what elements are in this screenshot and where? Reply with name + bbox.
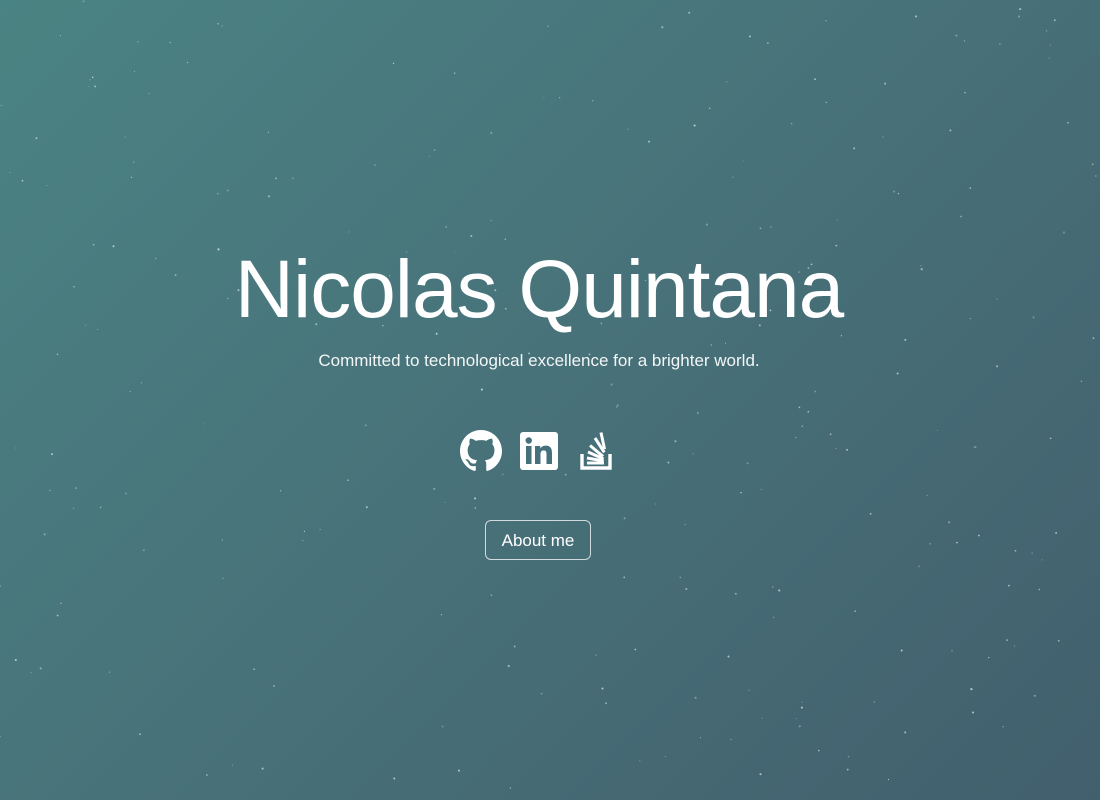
linkedin-link[interactable] bbox=[517, 430, 561, 472]
linkedin-icon bbox=[520, 432, 558, 470]
stackoverflow-icon bbox=[580, 432, 612, 470]
tagline: Committed to technological excellence fo… bbox=[318, 351, 760, 370]
stackoverflow-link[interactable] bbox=[575, 430, 619, 472]
hero-section: Nicolas Quintana Committed to technologi… bbox=[0, 0, 1100, 800]
social-links bbox=[0, 430, 1078, 472]
about-me-button[interactable]: About me bbox=[485, 520, 591, 560]
page-title: Nicolas Quintana bbox=[234, 244, 844, 335]
github-icon bbox=[460, 430, 502, 471]
github-link[interactable] bbox=[459, 430, 503, 472]
